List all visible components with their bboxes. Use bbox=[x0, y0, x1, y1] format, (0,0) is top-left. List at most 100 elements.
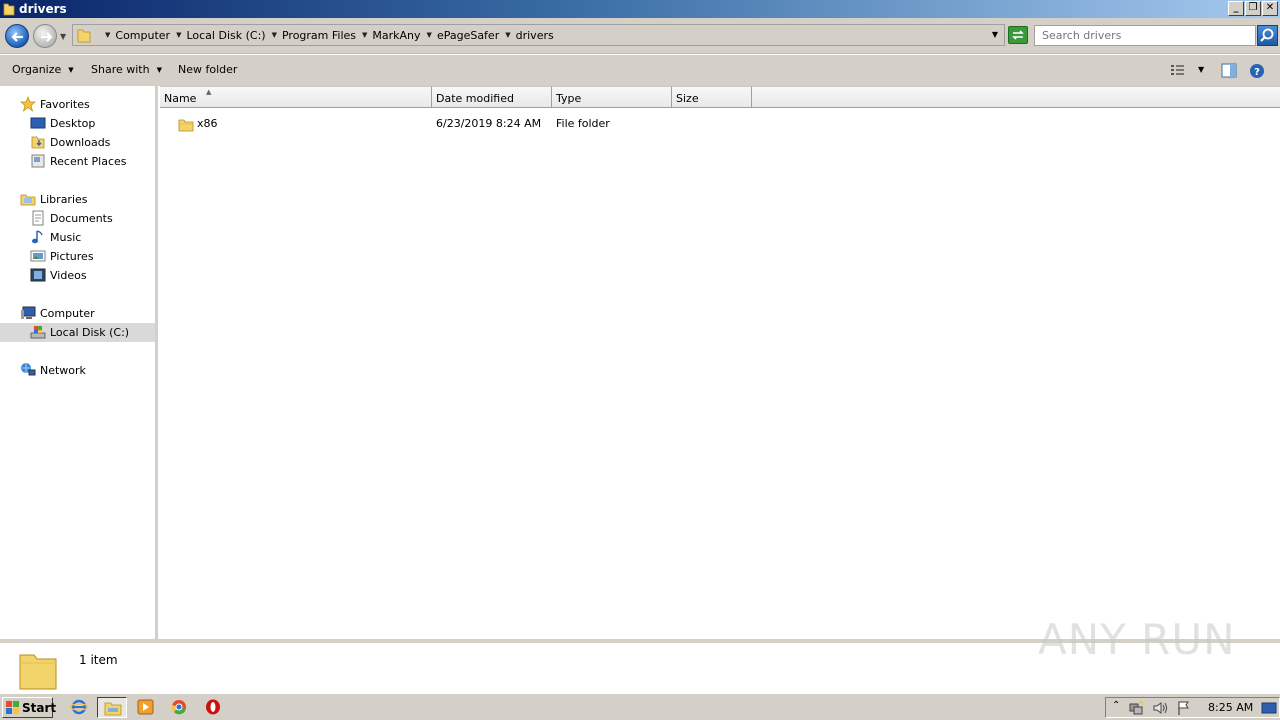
nav-downloads[interactable]: Downloads bbox=[0, 133, 155, 152]
nav-label: Computer bbox=[40, 307, 95, 320]
share-with-button[interactable]: Share with ▼ bbox=[91, 63, 162, 76]
column-label: Size bbox=[676, 92, 699, 105]
column-header-name[interactable]: Name ▲ bbox=[160, 86, 432, 108]
command-bar: Organize ▼ Share with ▼ New folder ▼ ? bbox=[0, 55, 1280, 86]
search-icon bbox=[1260, 28, 1274, 42]
nav-videos[interactable]: Videos bbox=[0, 266, 155, 285]
breadcrumb-separator[interactable]: ▼ bbox=[272, 31, 277, 39]
nav-label: Music bbox=[50, 231, 82, 244]
taskbar-chrome[interactable] bbox=[165, 697, 195, 718]
nav-label: Downloads bbox=[50, 136, 111, 149]
refresh-button[interactable] bbox=[1008, 26, 1028, 44]
breadcrumb-separator[interactable]: ▼ bbox=[362, 31, 367, 39]
help-icon[interactable]: ? bbox=[1249, 63, 1265, 79]
show-hidden-icons-button[interactable]: ⌃ bbox=[1112, 700, 1120, 711]
view-options-dropdown[interactable]: ▼ bbox=[1198, 65, 1204, 74]
breadcrumb: ▼ Computer ▼ Local Disk (C:) ▼ Program F… bbox=[99, 25, 554, 45]
nav-pictures[interactable]: Pictures bbox=[0, 247, 155, 266]
action-center-flag-icon[interactable] bbox=[1176, 700, 1192, 716]
column-header-size[interactable]: Size bbox=[672, 86, 752, 108]
breadcrumb-local-disk[interactable]: Local Disk (C:) bbox=[186, 29, 265, 42]
nav-label: Desktop bbox=[50, 117, 96, 130]
breadcrumb-markany[interactable]: MarkAny bbox=[372, 29, 420, 42]
file-list: Name ▲ Date modified Type Size x86 6/23/… bbox=[160, 86, 1280, 639]
breadcrumb-program-files[interactable]: Program Files bbox=[282, 29, 356, 42]
back-button[interactable] bbox=[5, 24, 29, 48]
show-desktop-icon[interactable] bbox=[1261, 700, 1277, 716]
system-tray: ⌃ 8:25 AM bbox=[1105, 697, 1280, 718]
close-button[interactable]: ✕ bbox=[1262, 1, 1278, 16]
nav-libraries[interactable]: Libraries bbox=[0, 190, 155, 209]
folder-icon bbox=[3, 3, 15, 16]
taskbar-explorer[interactable] bbox=[97, 697, 127, 718]
libraries-icon bbox=[20, 194, 36, 206]
nav-recent-places[interactable]: Recent Places bbox=[0, 152, 155, 171]
table-row[interactable]: x86 6/23/2019 8:24 AM File folder bbox=[160, 114, 760, 136]
new-folder-button[interactable]: New folder bbox=[178, 63, 237, 76]
folder-icon bbox=[19, 654, 57, 690]
chevron-down-icon: ▼ bbox=[156, 66, 162, 74]
nav-label: Local Disk (C:) bbox=[50, 326, 130, 339]
nav-label: Network bbox=[40, 364, 86, 377]
file-name: x86 bbox=[197, 117, 218, 130]
breadcrumb-computer[interactable]: Computer bbox=[115, 29, 170, 42]
refresh-icon bbox=[1012, 30, 1024, 40]
search-input[interactable] bbox=[1035, 26, 1255, 45]
column-header-type[interactable]: Type bbox=[552, 86, 672, 108]
recent-pages-dropdown[interactable]: ▼ bbox=[60, 32, 66, 41]
address-bar-row: ▼ ▼ Computer ▼ Local Disk (C:) ▼ Program… bbox=[0, 18, 1280, 54]
network-tray-icon[interactable] bbox=[1128, 700, 1144, 716]
new-folder-label: New folder bbox=[178, 63, 238, 76]
minimize-button[interactable]: _ bbox=[1228, 1, 1244, 16]
address-history-dropdown[interactable]: ▼ bbox=[992, 30, 998, 39]
watermark-logo: ANY RUN bbox=[1038, 615, 1236, 664]
address-box[interactable]: ▼ Computer ▼ Local Disk (C:) ▼ Program F… bbox=[72, 24, 1005, 46]
nav-label: Pictures bbox=[50, 250, 94, 263]
documents-icon bbox=[32, 210, 44, 226]
file-date-modified: 6/23/2019 8:24 AM bbox=[436, 117, 542, 130]
star-icon bbox=[20, 96, 36, 112]
nav-local-disk[interactable]: Local Disk (C:) bbox=[0, 323, 155, 342]
column-label: Date modified bbox=[436, 92, 514, 105]
volume-icon[interactable] bbox=[1152, 700, 1168, 716]
taskbar-media-player[interactable] bbox=[131, 697, 161, 718]
clock[interactable]: 8:25 AM bbox=[1208, 701, 1253, 714]
organize-label: Organize bbox=[12, 63, 62, 76]
taskbar-internet-explorer[interactable] bbox=[64, 697, 94, 718]
search-button[interactable] bbox=[1257, 25, 1278, 46]
breadcrumb-separator[interactable]: ▼ bbox=[176, 31, 181, 39]
nav-music[interactable]: Music bbox=[0, 228, 155, 247]
preview-pane-icon[interactable] bbox=[1221, 63, 1237, 78]
nav-favorites[interactable]: Favorites bbox=[0, 95, 155, 114]
breadcrumb-separator[interactable]: ▼ bbox=[505, 31, 510, 39]
network-icon bbox=[21, 363, 36, 376]
taskbar: Start ⌃ 8:25 AM bbox=[0, 693, 1280, 720]
downloads-icon bbox=[31, 136, 45, 149]
nav-documents[interactable]: Documents bbox=[0, 209, 155, 228]
column-header-date[interactable]: Date modified bbox=[432, 86, 552, 108]
file-explorer-icon bbox=[104, 702, 122, 716]
nav-desktop[interactable]: Desktop bbox=[0, 114, 155, 133]
videos-icon bbox=[30, 268, 46, 282]
nav-computer[interactable]: Computer bbox=[0, 304, 155, 323]
folder-icon bbox=[178, 119, 194, 132]
nav-label: Documents bbox=[50, 212, 113, 225]
arrow-right-icon bbox=[41, 32, 53, 42]
restore-button[interactable]: ❐ bbox=[1245, 1, 1261, 16]
nav-network[interactable]: Network bbox=[0, 361, 155, 380]
search-box[interactable] bbox=[1034, 25, 1256, 46]
breadcrumb-separator[interactable]: ▼ bbox=[427, 31, 432, 39]
breadcrumb-separator[interactable]: ▼ bbox=[105, 31, 110, 39]
view-details-icon[interactable] bbox=[1170, 63, 1186, 77]
windows-logo-icon bbox=[6, 701, 19, 714]
organize-button[interactable]: Organize ▼ bbox=[12, 63, 74, 76]
breadcrumb-drivers[interactable]: drivers bbox=[516, 29, 554, 42]
item-count: 1 item bbox=[79, 653, 118, 667]
svg-text:?: ? bbox=[1254, 67, 1260, 78]
taskbar-opera[interactable] bbox=[199, 697, 229, 718]
internet-explorer-icon bbox=[70, 699, 88, 715]
forward-button[interactable] bbox=[33, 24, 57, 48]
start-button[interactable]: Start bbox=[2, 697, 56, 718]
computer-icon bbox=[21, 306, 36, 319]
breadcrumb-epagesafer[interactable]: ePageSafer bbox=[437, 29, 499, 42]
